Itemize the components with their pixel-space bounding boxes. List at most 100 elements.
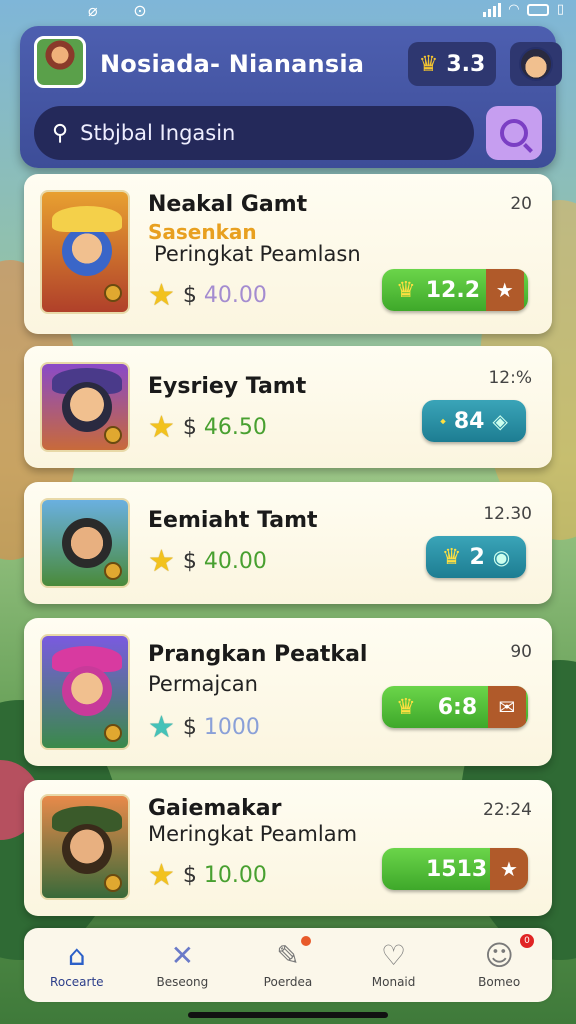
sim-icon: ▯ bbox=[556, 2, 564, 17]
game-thumbnail bbox=[40, 794, 130, 900]
crown-icon: ♛ bbox=[396, 694, 416, 720]
currency-symbol: $ bbox=[182, 549, 197, 574]
tools-icon: ✕ bbox=[170, 939, 195, 972]
play-button[interactable]: ⬩ 84 ◈ bbox=[422, 400, 526, 442]
game-card[interactable]: Eysriey Tamt 12:% ★ $ 46.50 ⬩ 84 ◈ bbox=[24, 346, 552, 468]
play-button[interactable]: 1513 ★ bbox=[382, 848, 528, 890]
nav-label: Bomeo bbox=[478, 975, 521, 989]
coins-value: 3.3 bbox=[446, 51, 486, 77]
game-count: 20 bbox=[510, 194, 532, 214]
heart-icon: ♡ bbox=[381, 939, 407, 972]
game-count: 22:24 bbox=[483, 800, 532, 820]
notification-icon: ⌀ ⊙ bbox=[88, 1, 147, 20]
currency-symbol: $ bbox=[182, 283, 197, 308]
game-card[interactable]: Gaiemakar Meringkat Peamlam 22:24 ★ $ 10… bbox=[24, 780, 552, 916]
gift-icon: ✉ bbox=[487, 686, 526, 728]
status-bar: ⌀ ⊙ ◠ ▯ bbox=[0, 0, 576, 24]
avatar bbox=[519, 47, 553, 81]
price-value: 1000 bbox=[203, 715, 260, 740]
play-button-label: 12.2 bbox=[425, 277, 481, 303]
notification-badge: 0 bbox=[519, 934, 534, 948]
home-icon: ⌂ bbox=[67, 939, 86, 972]
nav-label: Poerdea bbox=[263, 975, 313, 989]
game-thumbnail bbox=[40, 362, 130, 452]
currency-symbol: $ bbox=[182, 415, 197, 440]
search-icon: ⚲ bbox=[52, 120, 69, 146]
game-title: Neakal Gamt bbox=[148, 192, 308, 217]
nav-item-edit[interactable]: ✎ Poerdea bbox=[235, 928, 341, 1002]
game-count: 12:% bbox=[488, 368, 532, 388]
price-value: 46.50 bbox=[203, 415, 267, 440]
cube-icon: ◈ bbox=[492, 409, 508, 433]
game-title: Eemiaht Tamt bbox=[148, 508, 318, 533]
price-tag: ★ $ 46.50 bbox=[148, 410, 267, 445]
game-title: Eysriey Tamt bbox=[148, 374, 307, 399]
game-thumbnail bbox=[40, 190, 130, 314]
game-thumbnail bbox=[40, 498, 130, 588]
crown-icon: ♛ bbox=[418, 51, 439, 77]
star-icon: ★ bbox=[148, 710, 175, 745]
nav-item-favorites[interactable]: ♡ Monaid bbox=[341, 928, 447, 1002]
play-button-label: 84 bbox=[453, 408, 485, 434]
price-tag: ★ $ 40.00 bbox=[148, 544, 267, 579]
profile-icon: ☺ bbox=[484, 939, 514, 972]
game-title: Prangkan Peatkal bbox=[148, 642, 368, 667]
game-count: 90 bbox=[510, 642, 532, 662]
price-tag: ★ $ 1000 bbox=[148, 710, 260, 745]
currency-symbol: $ bbox=[182, 863, 197, 888]
currency-symbol: $ bbox=[182, 715, 197, 740]
app-header: Nosiada- Nianansia ♛ 3.3 ⚲ bbox=[20, 26, 562, 168]
battery-icon bbox=[526, 3, 549, 16]
home-indicator bbox=[188, 1012, 388, 1018]
play-button-label: 6:8 bbox=[437, 694, 478, 720]
profile-button[interactable] bbox=[510, 42, 562, 86]
play-button[interactable]: ♛ 6:8 ✉ bbox=[382, 686, 528, 728]
game-subtitle: Sasenkan bbox=[148, 220, 257, 244]
game-card[interactable]: Prangkan Peatkal Permajcan 90 ★ $ 1000 ♛… bbox=[24, 618, 552, 766]
star-badge-icon: ★ bbox=[485, 269, 524, 311]
filter-button[interactable] bbox=[486, 106, 542, 160]
star-icon: ★ bbox=[148, 858, 175, 893]
nav-label: Rocearte bbox=[50, 975, 104, 989]
price-tag: ★ $ 10.00 bbox=[148, 858, 267, 893]
nav-item-profile[interactable]: ☺ 0 Bomeo bbox=[446, 928, 552, 1002]
app-title: Nosiada- Nianansia bbox=[100, 50, 365, 78]
filter-icon bbox=[500, 119, 528, 147]
bottom-navigation: ⌂ Rocearte ✕ Beseong ✎ Poerdea ♡ Monaid … bbox=[24, 928, 552, 1002]
game-description: Meringkat Peamlam bbox=[148, 822, 358, 846]
nav-item-tools[interactable]: ✕ Beseong bbox=[130, 928, 236, 1002]
game-description: Peringkat Peamlasn bbox=[154, 242, 361, 266]
notification-dot bbox=[300, 936, 311, 946]
play-button[interactable]: ♛ 12.2 ★ bbox=[382, 269, 528, 311]
play-button[interactable]: ♛ 2 ◉ bbox=[426, 536, 526, 578]
price-value: 40.00 bbox=[203, 549, 267, 574]
price-value: 10.00 bbox=[203, 863, 267, 888]
star-icon: ★ bbox=[148, 410, 175, 445]
crown-icon: ♛ bbox=[441, 544, 462, 570]
price-tag: ★ $ 40.00 bbox=[148, 278, 267, 313]
game-title: Gaiemakar bbox=[148, 796, 282, 821]
app-logo bbox=[34, 36, 86, 88]
game-thumbnail bbox=[40, 634, 130, 750]
star-badge-icon: ★ bbox=[490, 848, 528, 890]
wifi-icon: ◠ bbox=[508, 2, 519, 17]
search-bar[interactable]: ⚲ bbox=[34, 106, 474, 160]
nav-label: Monaid bbox=[371, 975, 416, 989]
search-input[interactable] bbox=[80, 121, 441, 145]
game-count: 12.30 bbox=[483, 504, 532, 524]
arrow-icon: ⬩ bbox=[440, 411, 446, 430]
game-card[interactable]: Neakal Gamt Sasenkan Peringkat Peamlasn … bbox=[24, 174, 552, 334]
coins-counter[interactable]: ♛ 3.3 bbox=[408, 42, 496, 86]
play-button-label: 1513 bbox=[426, 856, 488, 882]
game-card[interactable]: Eemiaht Tamt 12.30 ★ $ 40.00 ♛ 2 ◉ bbox=[24, 482, 552, 604]
play-button-label: 2 bbox=[469, 544, 485, 570]
crown-icon: ♛ bbox=[396, 277, 416, 303]
game-description: Permajcan bbox=[148, 672, 258, 696]
star-icon: ★ bbox=[148, 278, 175, 313]
price-value: 40.00 bbox=[203, 283, 267, 308]
nav-item-home[interactable]: ⌂ Rocearte bbox=[24, 928, 130, 1002]
nav-label: Beseong bbox=[156, 975, 209, 989]
edit-icon: ✎ bbox=[276, 939, 300, 972]
star-icon: ★ bbox=[148, 544, 175, 579]
controller-icon: ◉ bbox=[492, 545, 511, 569]
